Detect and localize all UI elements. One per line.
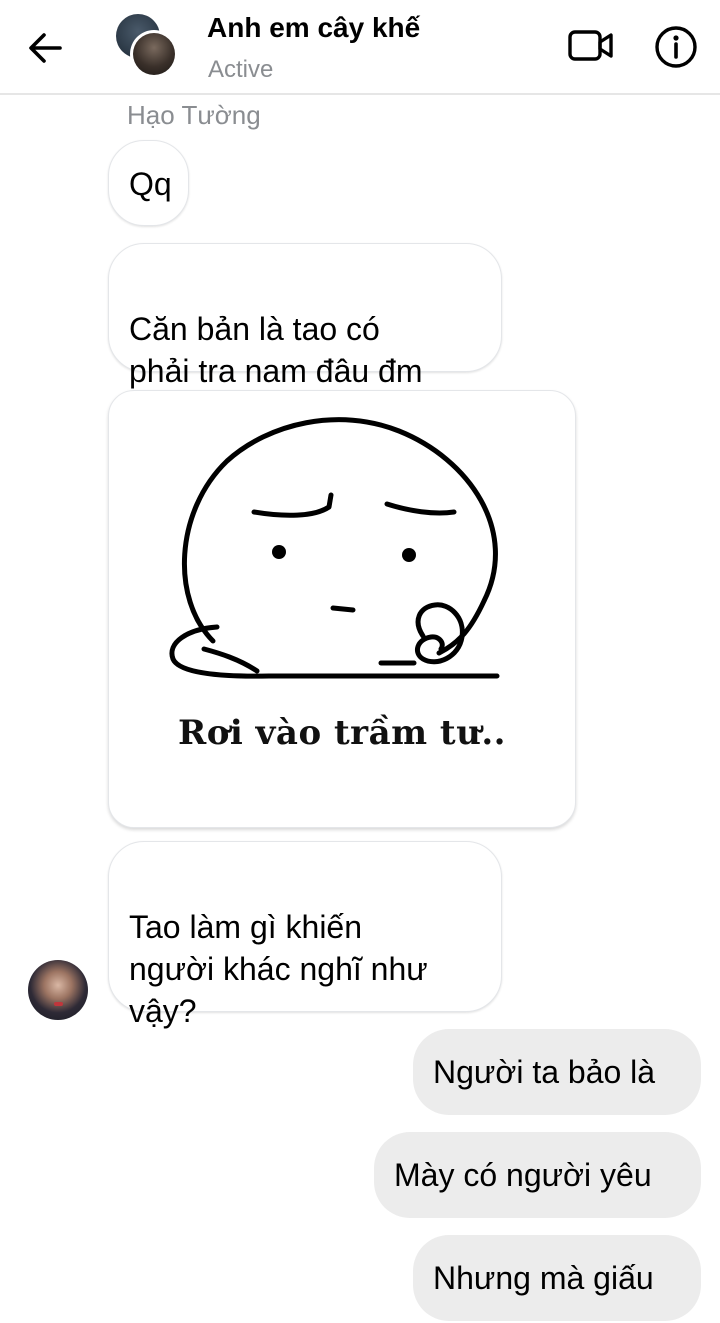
- member-avatar-2: [130, 30, 178, 78]
- info-icon: [655, 26, 697, 68]
- active-status: Active: [208, 56, 274, 83]
- message-text: Qq: [129, 166, 172, 202]
- sender-name: Hạo Tường: [127, 100, 261, 130]
- outgoing-message[interactable]: Mày có người yêu: [374, 1132, 701, 1218]
- message-text: Tao làm gì khiến người khác nghĩ như vậy…: [129, 909, 428, 1029]
- sender-avatar[interactable]: [28, 960, 88, 1020]
- back-button[interactable]: [22, 26, 70, 70]
- sticker-message[interactable]: Rơi vào trầm tư..: [108, 390, 576, 828]
- video-camera-icon: [568, 30, 613, 61]
- message-text: Căn bản là tao có phải tra nam đâu đm: [129, 311, 423, 389]
- message-text: Người ta bảo là: [433, 1054, 656, 1090]
- group-avatar[interactable]: [116, 14, 180, 78]
- sticker-caption: Rơi vào trầm tư..: [177, 713, 507, 753]
- incoming-message[interactable]: Căn bản là tao có phải tra nam đâu đm: [108, 243, 502, 389]
- incoming-message[interactable]: Qq: [108, 140, 189, 226]
- message-text: Nhưng mà giấu: [433, 1260, 654, 1296]
- arrow-left-icon: [29, 33, 62, 63]
- outgoing-message[interactable]: Nhưng mà giấu: [413, 1235, 701, 1321]
- info-button[interactable]: [653, 24, 699, 70]
- chat-title[interactable]: Anh em cây khế: [207, 12, 420, 44]
- incoming-message[interactable]: Tao làm gì khiến người khác nghĩ như vậy…: [108, 841, 502, 1029]
- outgoing-message[interactable]: Người ta bảo là: [413, 1029, 701, 1115]
- chat-header: Anh em cây khế Active: [0, 0, 720, 95]
- video-call-button[interactable]: [566, 26, 616, 66]
- thinking-face-sticker: [169, 417, 500, 679]
- message-text: Mày có người yêu: [394, 1157, 652, 1193]
